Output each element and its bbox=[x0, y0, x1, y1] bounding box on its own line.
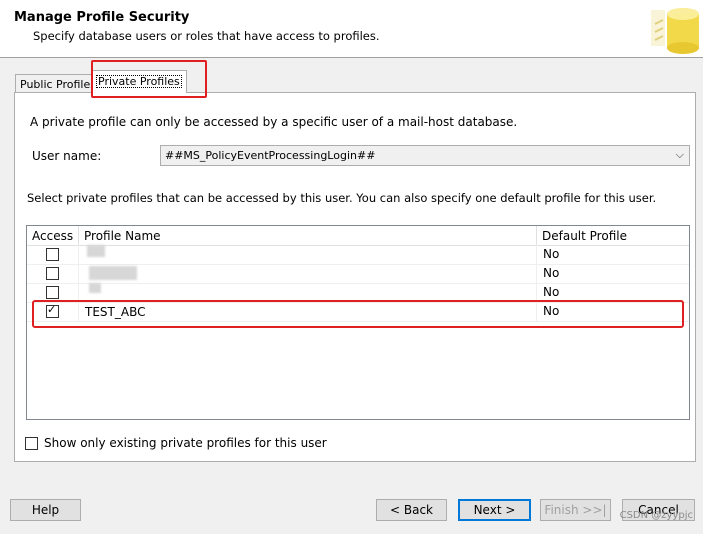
access-checkbox[interactable] bbox=[46, 248, 59, 261]
access-checkbox[interactable] bbox=[46, 286, 59, 299]
table-row[interactable]: No bbox=[27, 245, 689, 265]
page-subtitle: Specify database users or roles that hav… bbox=[33, 29, 380, 43]
redacted-profile-name bbox=[89, 283, 101, 293]
help-button[interactable]: Help bbox=[10, 499, 81, 521]
grid-header: Access Profile Name Default Profile bbox=[27, 226, 689, 246]
back-button[interactable]: < Back bbox=[376, 499, 447, 521]
column-divider[interactable] bbox=[536, 226, 537, 245]
table-row[interactable]: No bbox=[27, 264, 689, 284]
select-profiles-instruction: Select private profiles that can be acce… bbox=[27, 191, 657, 205]
wizard-banner-icon bbox=[645, 2, 703, 56]
next-button-label: Next > bbox=[473, 503, 516, 517]
help-button-label: Help bbox=[31, 503, 60, 517]
panel-info-text: A private profile can only be accessed b… bbox=[30, 115, 518, 129]
user-name-label: User name: bbox=[32, 149, 102, 163]
redacted-profile-name bbox=[89, 266, 137, 280]
back-button-label: < Back bbox=[389, 503, 433, 517]
finish-button[interactable]: Finish >>| bbox=[540, 499, 611, 521]
cell-divider bbox=[78, 245, 79, 264]
default-profile-cell[interactable]: No bbox=[543, 266, 559, 280]
next-button[interactable]: Next > bbox=[458, 499, 531, 521]
tab-public-profiles-label: Public Profiles bbox=[20, 78, 96, 91]
column-header-profile-name[interactable]: Profile Name bbox=[84, 229, 161, 243]
default-profile-cell[interactable]: No bbox=[543, 285, 559, 299]
show-only-checkbox-box[interactable] bbox=[25, 437, 38, 450]
private-profiles-panel: A private profile can only be accessed b… bbox=[14, 92, 696, 462]
row-highlight-box bbox=[32, 300, 684, 328]
cell-divider bbox=[536, 245, 537, 264]
user-name-dropdown[interactable]: ##MS_PolicyEventProcessingLogin## ⌵ bbox=[160, 145, 690, 166]
tab-public-profiles[interactable]: Public Profiles bbox=[15, 74, 101, 94]
csdn-watermark: CSDN @zyypjc bbox=[619, 510, 693, 521]
column-divider[interactable] bbox=[78, 226, 79, 245]
page-title: Manage Profile Security bbox=[14, 10, 190, 25]
show-only-label[interactable]: Show only existing private profiles for … bbox=[44, 436, 327, 450]
chevron-down-icon: ⌵ bbox=[675, 148, 684, 161]
user-name-value: ##MS_PolicyEventProcessingLogin## bbox=[165, 149, 376, 162]
redacted-profile-name bbox=[87, 245, 105, 257]
tab-highlight-box bbox=[91, 60, 207, 98]
column-header-access[interactable]: Access bbox=[32, 229, 73, 243]
wizard-header: Manage Profile Security Specify database… bbox=[0, 0, 703, 58]
finish-button-label: Finish >>| bbox=[544, 503, 607, 517]
default-profile-cell[interactable]: No bbox=[543, 247, 559, 261]
cell-divider bbox=[536, 264, 537, 283]
cell-divider bbox=[78, 264, 79, 283]
access-checkbox[interactable] bbox=[46, 267, 59, 280]
column-header-default-profile[interactable]: Default Profile bbox=[542, 229, 627, 243]
